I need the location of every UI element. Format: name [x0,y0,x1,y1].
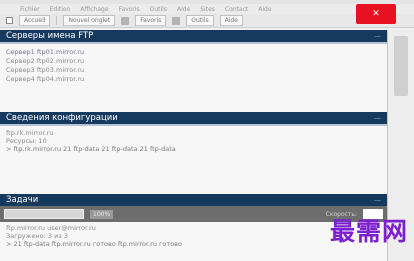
collapse-icon[interactable]: — [374,114,381,122]
server-list: Сервер1 ftp01.mirror.ru Сервер2 ftp02.mi… [0,44,387,88]
section-header-tasks: Задачи — [0,194,387,206]
task-command: > 21 ftp-data ftp.mirror.ru готово ftp.m… [6,240,182,248]
config-info: ftp.rk.mirror.ru Ресурсы: 10 > ftp.rk.mi… [0,126,387,156]
menu-item-7[interactable]: Contact [225,6,248,13]
star-icon[interactable] [121,16,130,25]
toolbar-button-new-tab[interactable]: Nouvel onglet [63,15,116,26]
watermark-logo: 最需网 [329,217,408,246]
config-command: > ftp.rk.mirror.ru 21 ftp-data 21 ftp-da… [6,145,176,153]
tools-icon[interactable] [172,16,181,25]
section-title: Задачи [6,195,39,205]
progress-bar [4,209,84,219]
task-host: ftp.mirror.ru user@mirror.ru [6,224,96,232]
menu-item-5[interactable]: Aide [177,6,190,13]
close-button[interactable]: ✕ [356,4,396,24]
menu-item-8[interactable]: Aide [258,6,271,13]
task-progress-row: 100% Скорость: [0,206,387,222]
list-item[interactable]: Сервер1 ftp01.mirror.ru [6,48,381,57]
config-resources: Ресурсы: 10 [6,137,47,145]
menu-item-6[interactable]: Sites [200,6,215,13]
toolbar-button-tools[interactable]: Outils [186,15,214,26]
collapse-icon[interactable]: — [374,196,381,204]
menu-item-2[interactable]: Affichage [80,6,108,13]
list-item[interactable]: Сервер3 ftp03.mirror.ru [6,66,381,75]
app-window: Fichier Edition Affichage Favoris Outils… [0,0,414,261]
progress-percent: 100% [90,209,114,219]
task-details: ftp.mirror.ru user@mirror.ru Загружено: … [0,222,387,250]
toolbar-button-favorites[interactable]: Favoris [135,15,167,26]
section-title: Серверы имена FTP [6,31,94,41]
toolbar-divider [56,16,58,25]
list-item[interactable]: Сервер2 ftp02.mirror.ru [6,57,381,66]
menu-item-3[interactable]: Favoris [119,6,140,13]
menu-item-4[interactable]: Outils [150,6,167,13]
toolbar-checkbox[interactable] [6,17,13,24]
section-header-servers: Серверы имена FTP — [0,30,387,42]
config-host: ftp.rk.mirror.ru [6,129,54,137]
menu-item-0[interactable]: Fichier [20,6,40,13]
task-status: Загружено: 3 из 3 [6,232,68,240]
collapse-icon[interactable]: — [374,32,381,40]
menu-bar: Fichier Edition Affichage Favoris Outils… [0,4,414,14]
menu-item-1[interactable]: Edition [50,6,71,13]
toolbar: Accueil Nouvel onglet Favoris Outils Aid… [0,14,414,28]
section-title: Сведения конфигурации [6,113,118,123]
close-icon: ✕ [372,9,380,19]
scrollbar-thumb[interactable] [394,36,408,96]
list-item[interactable]: Сервер4 ftp04.mirror.ru [6,75,381,84]
toolbar-button-home[interactable]: Accueil [19,15,51,26]
toolbar-button-help[interactable]: Aide [219,15,243,26]
section-header-config: Сведения конфигурации — [0,112,387,124]
